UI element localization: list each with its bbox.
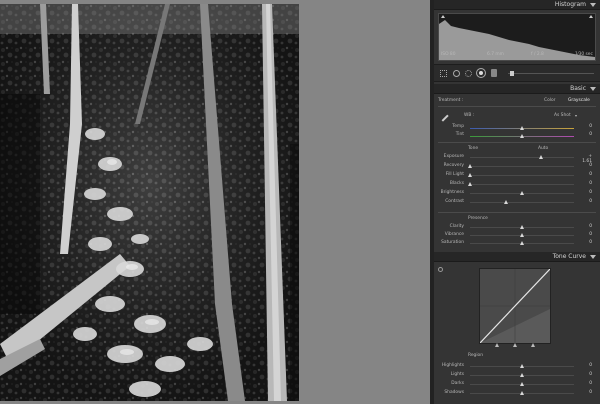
collapse-triangle-icon[interactable]: [590, 3, 596, 7]
tone-curve-plot: [479, 268, 551, 344]
collapse-triangle-icon[interactable]: [590, 87, 596, 91]
split-point-highlights[interactable]: [531, 343, 535, 347]
region-value[interactable]: 0: [578, 390, 592, 395]
tone-label: Tone: [468, 146, 479, 151]
basic-header[interactable]: Basic: [434, 84, 600, 94]
region-label: Region: [468, 353, 484, 358]
spot-removal-icon[interactable]: [453, 70, 460, 77]
wb-label: WB :: [464, 113, 475, 118]
basic-slider[interactable]: [470, 184, 574, 185]
basic-label: Fill Light: [445, 172, 464, 177]
basic-label: Recovery: [443, 163, 464, 168]
tone-curve-title: Tone Curve: [552, 253, 586, 260]
region-slider-thumb[interactable]: [520, 373, 524, 377]
histogram-focal-length: 6.7 mm: [487, 52, 504, 57]
presence-label: Saturation: [441, 240, 464, 245]
region-slider-thumb[interactable]: [520, 382, 524, 386]
basic-slider-thumb[interactable]: [538, 155, 543, 159]
presence-label: Presence: [468, 216, 488, 221]
divider: [438, 106, 596, 107]
clipping-shadows-icon[interactable]: [441, 15, 445, 18]
region-label: Lights: [450, 372, 464, 377]
basic-label: Brightness: [440, 190, 464, 195]
temp-label: Temp: [452, 124, 464, 129]
region-slider-thumb[interactable]: [520, 391, 524, 395]
basic-slider[interactable]: [470, 202, 574, 203]
histogram-graph: ISO 80 6.7 mm f / 2.8 1⁄30 sec: [438, 13, 596, 61]
histogram-header[interactable]: Histogram: [434, 0, 600, 10]
brush-size-slider-thumb[interactable]: [510, 71, 514, 76]
photo-canvas[interactable]: [0, 0, 432, 404]
basic-slider[interactable]: [470, 175, 574, 176]
presence-label: Clarity: [449, 224, 464, 229]
white-balance-eyedropper-icon[interactable]: [437, 110, 449, 122]
clipping-highlights-icon[interactable]: [589, 15, 593, 18]
presence-slider-thumb[interactable]: [520, 233, 524, 237]
wb-dropdown-icon[interactable]: [575, 115, 577, 117]
forest-photo-image: [0, 4, 299, 401]
histogram-shape: [439, 20, 595, 60]
basic-slider-thumb[interactable]: [520, 191, 524, 195]
histogram-title: Histogram: [554, 1, 586, 8]
adjustment-brush-icon[interactable]: [491, 69, 497, 77]
split-point-midtones[interactable]: [513, 343, 517, 347]
region-slider-thumb[interactable]: [520, 364, 524, 368]
basic-value[interactable]: 0: [578, 172, 592, 177]
basic-slider-thumb[interactable]: [504, 200, 509, 204]
presence-slider-thumb[interactable]: [520, 225, 524, 229]
brush-size-slider-track[interactable]: [508, 73, 594, 74]
divider: [438, 142, 596, 143]
target-adjustment-icon[interactable]: [438, 267, 443, 272]
graduated-filter-icon[interactable]: [477, 69, 485, 77]
region-label: Highlights: [441, 363, 464, 368]
wb-select[interactable]: As Shot: [554, 113, 571, 118]
basic-slider[interactable]: [470, 166, 574, 167]
treatment-label: Treatment :: [438, 98, 464, 103]
region-value[interactable]: 0: [578, 372, 592, 377]
tone-curve-header[interactable]: Tone Curve: [434, 252, 600, 262]
tone-curve-graph[interactable]: [479, 268, 551, 344]
presence-value[interactable]: 0: [578, 232, 592, 237]
temp-value[interactable]: 0: [578, 124, 592, 129]
auto-tone-button[interactable]: Auto: [538, 146, 548, 151]
basic-title: Basic: [570, 85, 586, 92]
region-label: Darks: [451, 381, 464, 386]
basic-value[interactable]: 0: [578, 190, 592, 195]
split-point-shadows[interactable]: [495, 343, 499, 347]
basic-slider-thumb[interactable]: [468, 182, 472, 186]
tint-value[interactable]: 0: [578, 132, 592, 137]
treatment-grayscale-option[interactable]: Grayscale: [568, 98, 590, 103]
basic-label: Contrast: [445, 199, 464, 204]
basic-value[interactable]: 0: [578, 181, 592, 186]
basic-slider-thumb[interactable]: [468, 164, 472, 168]
tint-label: Tint: [455, 132, 464, 137]
basic-value[interactable]: 0: [578, 163, 592, 168]
basic-slider[interactable]: [470, 157, 574, 158]
collapse-triangle-icon[interactable]: [590, 255, 596, 259]
histogram-iso: ISO 80: [441, 52, 456, 57]
region-value[interactable]: 0: [578, 381, 592, 386]
crop-tool-icon[interactable]: [440, 70, 447, 77]
basic-value[interactable]: 0: [578, 199, 592, 204]
presence-label: Vibrance: [444, 232, 464, 237]
presence-value[interactable]: 0: [578, 224, 592, 229]
basic-label: Exposure: [443, 154, 464, 159]
develop-right-panel: Histogram ISO 80 6.7 mm f / 2.8 1⁄30 sec: [434, 0, 600, 404]
histogram-shutter: 1⁄30 sec: [575, 52, 593, 57]
forest-photo[interactable]: [0, 4, 299, 401]
region-label: Shadows: [444, 390, 464, 395]
basic-slider-thumb[interactable]: [468, 173, 472, 177]
basic-label: Blacks: [449, 181, 464, 186]
histogram-aperture: f / 2.8: [531, 52, 544, 57]
treatment-color-option[interactable]: Color: [544, 98, 555, 103]
tint-slider-thumb[interactable]: [520, 134, 524, 138]
temp-slider-thumb[interactable]: [520, 126, 524, 130]
tool-strip: [434, 64, 600, 82]
red-eye-icon[interactable]: [465, 70, 472, 77]
region-value[interactable]: 0: [578, 363, 592, 368]
divider: [438, 212, 596, 213]
presence-slider-thumb[interactable]: [520, 241, 524, 245]
presence-value[interactable]: 0: [578, 240, 592, 245]
